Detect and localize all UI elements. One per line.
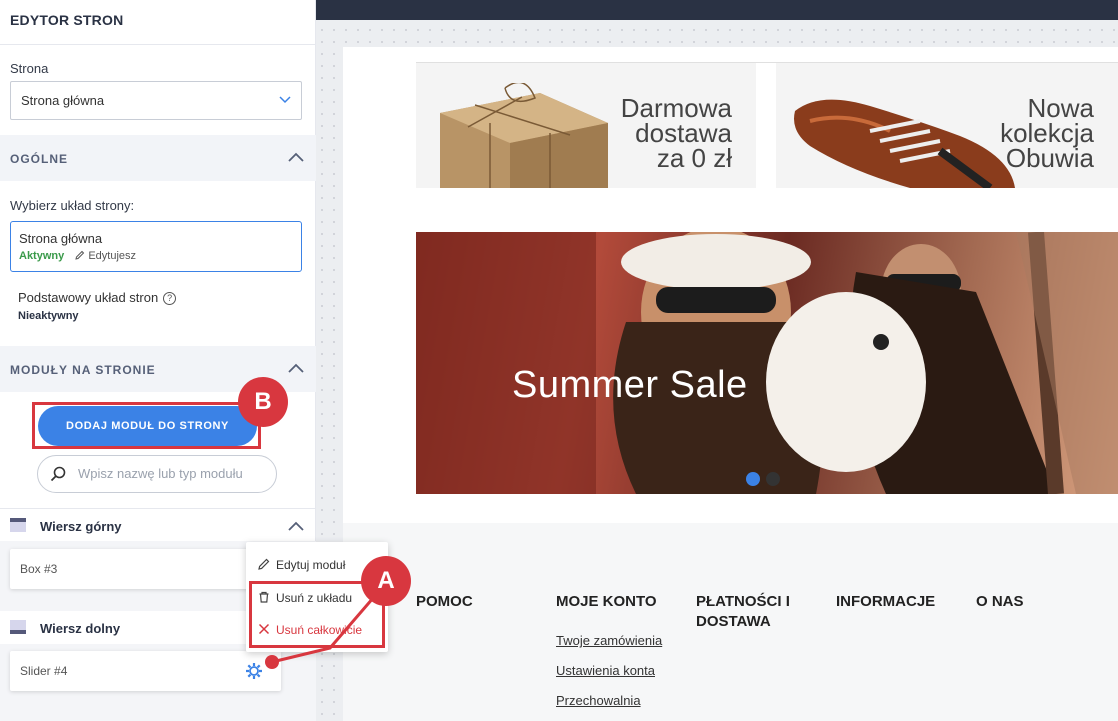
footer-col-account: MOJE KONTO <box>556 593 657 610</box>
module-card-box-3[interactable]: Box #3 <box>10 549 281 589</box>
annotation-badge-b: B <box>238 377 288 427</box>
row-top-icon <box>10 518 26 532</box>
pencil-icon <box>75 250 85 260</box>
row-top-header[interactable]: Wiersz górny <box>0 508 316 542</box>
pencil-icon <box>258 558 270 570</box>
footer-col-payment: PŁATNOŚCI I DOSTAWA <box>696 593 790 630</box>
editing-label: Edytujesz <box>88 250 137 262</box>
layout-basic-status: Nieaktywny <box>18 310 79 322</box>
section-general-label: OGÓLNE <box>10 152 69 166</box>
page-label: Strona <box>10 61 49 76</box>
footer-link-orders[interactable]: Twoje zamówienia <box>556 633 662 648</box>
slider-dot[interactable] <box>766 472 780 486</box>
module-search-input[interactable]: Wpisz nazwę lub typ modułu <box>37 455 277 493</box>
page-select-value: Strona główna <box>21 93 105 108</box>
choose-layout-label: Wybierz układ strony: <box>10 198 135 213</box>
hero-text: Summer Sale <box>512 364 748 406</box>
banner-free-delivery[interactable]: Darmowa dostawa za 0 zł <box>416 63 756 188</box>
row-bottom-icon <box>10 620 26 634</box>
editing-indicator: Edytujesz <box>75 250 136 262</box>
chevron-up-icon[interactable] <box>288 151 304 163</box>
row-bottom-title: Wiersz dolny <box>40 621 121 636</box>
highlight-box-b <box>32 402 261 449</box>
status-badge: Aktywny <box>19 250 65 262</box>
footer-link-settings[interactable]: Ustawienia konta <box>556 663 655 678</box>
chevron-down-icon <box>279 96 291 104</box>
chevron-up-icon[interactable] <box>288 362 304 374</box>
slider-dots <box>746 472 786 491</box>
banner-line: Obuwia <box>1005 143 1094 173</box>
banner-free-delivery-text: Darmowa dostawa za 0 zł <box>621 95 732 173</box>
banner-new-collection-text: Nowa kolekcja Obuwia <box>1000 95 1094 173</box>
sidebar-title: EDYTOR STRON <box>10 12 124 28</box>
help-icon[interactable]: ? <box>163 292 177 305</box>
banner-new-collection[interactable]: Nowa kolekcja Obuwia <box>776 63 1118 188</box>
slider-dot-active[interactable] <box>746 472 760 486</box>
hero-slider[interactable]: Summer Sale <box>416 232 1118 494</box>
shoe-image <box>794 99 1015 188</box>
row-top-title: Wiersz górny <box>40 519 122 534</box>
section-modules-label: MODUŁY NA STRONIE <box>10 363 156 377</box>
layout-option-basic[interactable]: Podstawowy układ stron? Nieaktywny <box>18 290 298 326</box>
search-placeholder: Wpisz nazwę lub typ modułu <box>78 466 243 481</box>
top-bar <box>316 0 1118 20</box>
layout-name: Strona główna <box>19 231 103 246</box>
page-select[interactable]: Strona główna <box>10 81 302 120</box>
module-card-slider-4[interactable]: Slider #4 <box>10 651 281 691</box>
gift-box-image <box>440 83 608 188</box>
layout-option-active[interactable]: Strona główna Aktywny Edytujesz <box>10 221 302 272</box>
banner-line: za 0 zł <box>656 143 732 173</box>
search-icon <box>50 466 66 482</box>
summer-photo <box>416 232 1118 494</box>
layout-basic-name: Podstawowy układ stron <box>18 290 159 305</box>
chevron-up-icon[interactable] <box>288 520 304 532</box>
footer-col-help: POMOC <box>416 593 473 610</box>
footer-link-wishlist[interactable]: Przechowalnia <box>556 693 641 708</box>
module-name: Box #3 <box>20 562 58 576</box>
annotation-badge-a: A <box>361 556 411 606</box>
footer-col-about: O NAS <box>976 593 1024 610</box>
divider <box>0 44 316 45</box>
section-general[interactable]: OGÓLNE <box>0 135 316 181</box>
module-name: Slider #4 <box>20 664 68 678</box>
footer-col-info: INFORMACJE <box>836 593 936 610</box>
